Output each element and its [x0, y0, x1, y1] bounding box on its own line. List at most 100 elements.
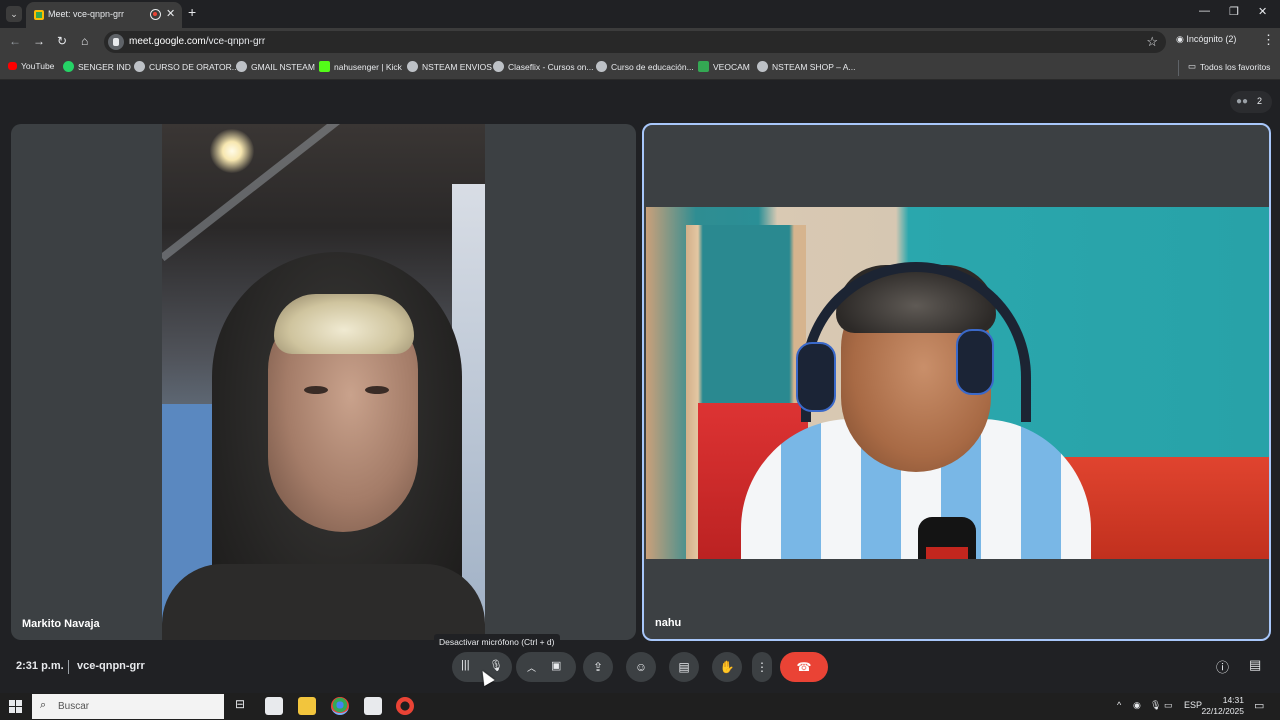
close-window-icon[interactable]: ✕: [1258, 5, 1267, 18]
new-tab-icon[interactable]: +: [188, 4, 196, 20]
video-control-group: ︿ ▣: [516, 652, 576, 682]
chat-icon[interactable]: ▤: [1249, 657, 1261, 673]
incognito-label: Incógnito (2): [1186, 34, 1237, 44]
bookmark-youtube[interactable]: YouTube: [8, 61, 54, 71]
task-view-icon[interactable]: ⊟: [231, 697, 249, 715]
browser-tab[interactable]: Meet: vce-qnpn-grr ✕: [26, 2, 182, 28]
participants-count: 2: [1257, 96, 1263, 106]
search-placeholder: Buscar: [58, 701, 90, 712]
site-info-icon[interactable]: [108, 34, 124, 50]
globe-icon: [493, 61, 504, 72]
bookmark-claseflix[interactable]: Claseflix - Cursos on...: [493, 61, 594, 72]
taskbar-search[interactable]: ⌕ Buscar: [32, 694, 224, 719]
reactions-button[interactable]: ☺: [626, 652, 656, 682]
bookmark-curso-orator[interactable]: CURSO DE ORATOR...: [134, 61, 239, 72]
participants-indicator[interactable]: ●● 2: [1230, 91, 1272, 113]
audio-level-icon[interactable]: |||: [461, 659, 470, 671]
taskbar-clock[interactable]: 14:31 22/12/2025: [1200, 695, 1244, 717]
whatsapp-icon: [63, 61, 74, 72]
bookmark-gmail-nsteam[interactable]: GMAIL NSTEAM: [236, 61, 315, 72]
captions-button[interactable]: ▤: [669, 652, 699, 682]
globe-icon: [236, 61, 247, 72]
camera-icon[interactable]: ▣: [551, 659, 561, 672]
more-vert-icon: ⋮: [756, 660, 768, 674]
bookmarks-divider: [1178, 60, 1179, 76]
search-icon: ⌕: [40, 699, 47, 711]
taskbar-time: 14:31: [1222, 695, 1244, 705]
browser-toolbar: ← → ↻ ⌂ meet.google.com/vce-qnpn-grr ☆ ◉…: [0, 28, 1280, 56]
back-icon[interactable]: ←: [9, 34, 21, 48]
bookmark-veocam[interactable]: VEOCAM: [698, 61, 750, 72]
more-options-button[interactable]: ⋮: [752, 652, 772, 682]
participant-tile-nahu[interactable]: nahu: [642, 123, 1271, 641]
folder-icon: ▭: [1188, 61, 1197, 71]
video-options-chevron-icon[interactable]: ︿: [527, 661, 536, 674]
hand-icon: ✋: [719, 660, 735, 674]
meeting-controls-bar: 2:31 p.m. vce-qnpn-grr Desactivar micróf…: [0, 634, 1280, 693]
minimize-icon[interactable]: —: [1199, 5, 1210, 17]
url-text[interactable]: meet.google.com/vce-qnpn-grr: [129, 36, 265, 47]
taskbar-date: 22/12/2025: [1201, 706, 1244, 716]
bookmark-curso-educacion[interactable]: Curso de educación...: [596, 61, 694, 72]
participant-tile-markito[interactable]: Markito Navaja: [11, 124, 636, 640]
chrome-icon[interactable]: [331, 697, 349, 715]
tab-strip: ⌄ Meet: vce-qnpn-grr ✕ + — ❐ ✕: [0, 0, 1280, 28]
bookmark-nsteam-envios[interactable]: NSTEAM ENVIOS: [407, 61, 492, 72]
network-icon[interactable]: ▭: [1164, 700, 1173, 711]
emoji-icon: ☺: [634, 660, 648, 674]
incognito-icon: ◉: [1176, 34, 1187, 44]
kick-icon: [319, 61, 330, 72]
captions-icon: ▤: [678, 660, 690, 674]
windows-taskbar: ⌕ Buscar ⊟ ^ ◉ 🎙 ▭ ESP 14:31 22/12/2025 …: [0, 693, 1280, 720]
app-icon[interactable]: [364, 697, 382, 715]
tab-close-icon[interactable]: ✕: [166, 7, 175, 20]
meeting-time: 2:31 p.m.: [16, 660, 64, 672]
tray-overflow-icon[interactable]: ^: [1117, 700, 1121, 710]
globe-icon: [134, 61, 145, 72]
home-icon[interactable]: ⌂: [81, 34, 88, 48]
meet-stage: ●● 2 Markito Navaja nahu 2:31 p.m. vce-q…: [0, 81, 1280, 693]
forward-icon[interactable]: →: [33, 34, 45, 48]
reload-icon[interactable]: ↻: [57, 34, 67, 48]
chrome-menu-icon[interactable]: ⋮: [1262, 32, 1275, 48]
file-explorer-icon[interactable]: [298, 697, 316, 715]
mic-tray-icon[interactable]: 🎙: [1150, 700, 1161, 711]
incognito-indicator[interactable]: ◉ Incógnito (2): [1176, 34, 1236, 45]
globe-icon: [596, 61, 607, 72]
bookmark-nsteam-shop[interactable]: NSTEAM SHOP – A...: [757, 61, 855, 72]
address-bar[interactable]: meet.google.com/vce-qnpn-grr ☆: [104, 31, 1166, 53]
all-bookmarks-folder[interactable]: ▭ Todos los favoritos: [1188, 61, 1270, 72]
tab-title: Meet: vce-qnpn-grr: [48, 9, 125, 19]
bookmark-star-icon[interactable]: ☆: [1146, 34, 1158, 50]
meeting-info-icon[interactable]: ⓘ: [1216, 657, 1229, 676]
app-icon[interactable]: [265, 697, 283, 715]
bookmarks-bar: YouTube SENGER IND CURSO DE ORATOR... GM…: [0, 56, 1280, 80]
present-screen-icon: ⇪: [592, 660, 604, 674]
leave-call-button[interactable]: ☎: [780, 652, 828, 682]
notification-icon[interactable]: ▭: [1254, 699, 1264, 712]
bookmark-kick[interactable]: nahusenger | Kick: [319, 61, 402, 72]
tab-search-icon[interactable]: ⌄: [6, 6, 22, 22]
participant-name: nahu: [655, 617, 682, 629]
recorder-app-icon[interactable]: [396, 697, 414, 715]
recording-indicator-icon: [150, 9, 161, 20]
participants-icon: ●●: [1236, 96, 1249, 107]
veocam-icon: [698, 61, 709, 72]
start-icon[interactable]: [9, 700, 22, 713]
raise-hand-button[interactable]: ✋: [712, 652, 742, 682]
time-divider: [68, 660, 69, 674]
microphone-icon[interactable]: 🎙: [489, 659, 503, 672]
participant-video: [646, 207, 1269, 559]
youtube-icon: [8, 62, 17, 70]
maximize-icon[interactable]: ❐: [1229, 5, 1239, 18]
webcam-tray-icon[interactable]: ◉: [1133, 700, 1141, 711]
present-screen-button[interactable]: ⇪: [583, 652, 613, 682]
globe-icon: [407, 61, 418, 72]
participant-video: [162, 124, 485, 640]
hangup-icon: ☎: [796, 660, 812, 674]
meet-favicon-icon: [34, 10, 44, 20]
mic-tooltip: Desactivar micrófono (Ctrl + d): [434, 634, 560, 650]
meeting-code: vce-qnpn-grr: [77, 660, 145, 672]
bookmark-senger-ind[interactable]: SENGER IND: [63, 61, 131, 72]
participant-name: Markito Navaja: [22, 618, 100, 630]
